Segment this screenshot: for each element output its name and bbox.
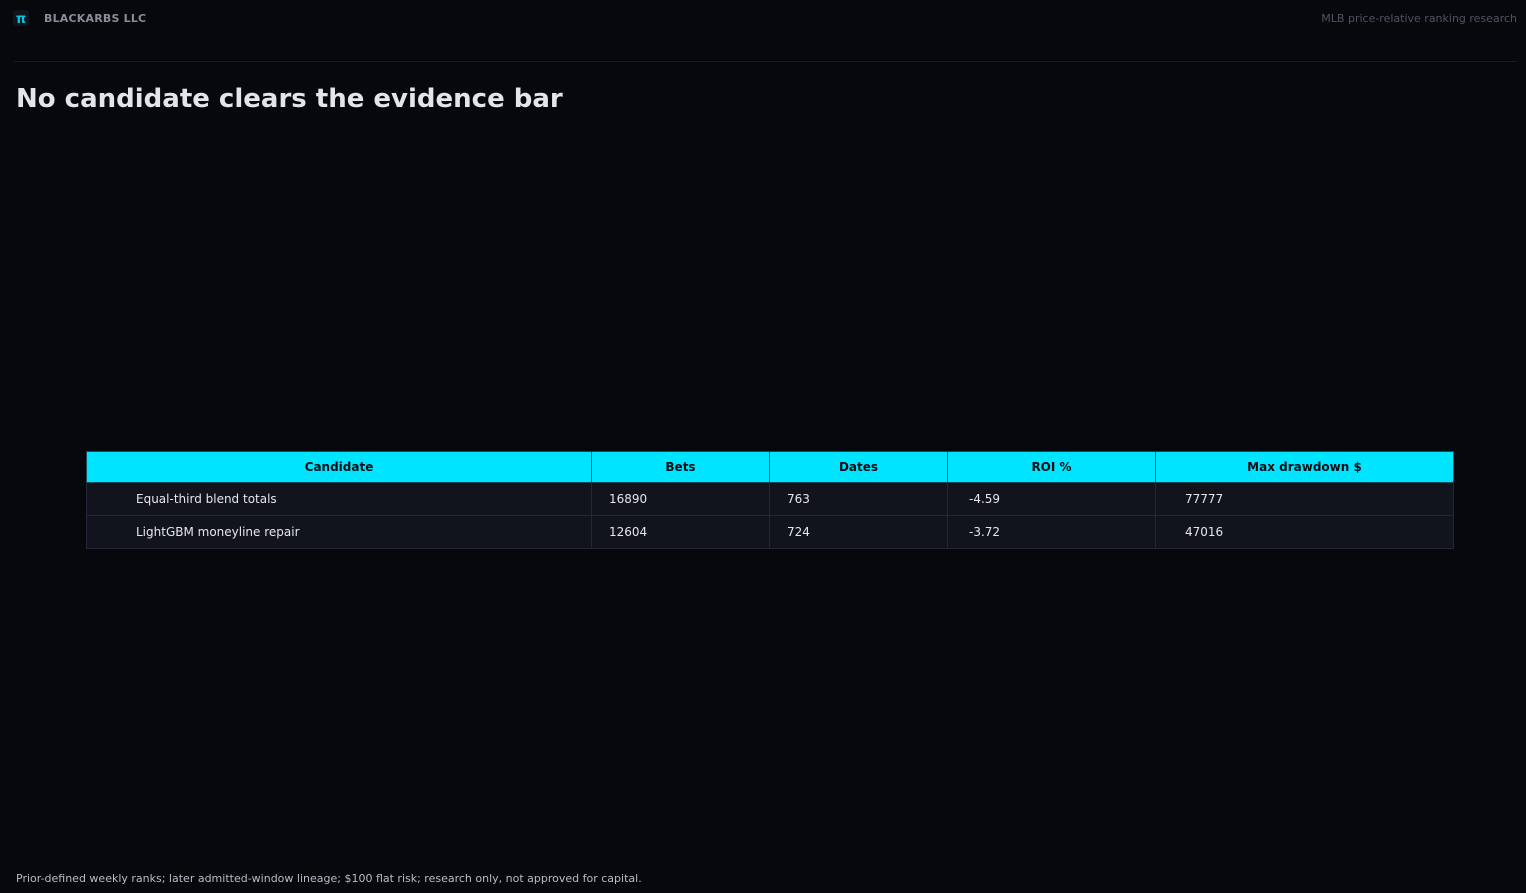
column-header-max-drawdown: Max drawdown $: [1155, 451, 1454, 483]
footer-note: Prior-defined weekly ranks; later admitt…: [16, 872, 642, 885]
header: π BLACKARBS LLC MLB price-relative ranki…: [0, 0, 1526, 38]
cell-bets: 16890: [591, 482, 770, 516]
cell-candidate: LightGBM moneyline repair: [86, 515, 592, 549]
cell-max-drawdown: 77777: [1155, 482, 1454, 516]
cell-bets: 12604: [591, 515, 770, 549]
table-row: LightGBM moneyline repair 12604 724 -3.7…: [86, 515, 1454, 549]
column-header-dates: Dates: [769, 451, 948, 483]
results-table: Candidate Bets Dates ROI % Max drawdown …: [86, 451, 1454, 549]
table-header-row: Candidate Bets Dates ROI % Max drawdown …: [86, 451, 1454, 483]
column-header-roi: ROI %: [947, 451, 1156, 483]
pi-icon: π: [13, 10, 29, 27]
header-tagline: MLB price-relative ranking research: [1321, 12, 1517, 25]
cell-candidate: Equal-third blend totals: [86, 482, 592, 516]
column-header-bets: Bets: [591, 451, 770, 483]
page: π BLACKARBS LLC MLB price-relative ranki…: [0, 0, 1526, 893]
brand-name: BLACKARBS LLC: [44, 12, 147, 25]
cell-roi: -3.72: [947, 515, 1156, 549]
header-divider: [14, 61, 1517, 62]
column-header-candidate: Candidate: [86, 451, 592, 483]
svg-text:π: π: [16, 12, 26, 27]
cell-roi: -4.59: [947, 482, 1156, 516]
table-row: Equal-third blend totals 16890 763 -4.59…: [86, 482, 1454, 516]
cell-dates: 724: [769, 515, 948, 549]
cell-dates: 763: [769, 482, 948, 516]
page-title: No candidate clears the evidence bar: [16, 84, 563, 114]
cell-max-drawdown: 47016: [1155, 515, 1454, 549]
